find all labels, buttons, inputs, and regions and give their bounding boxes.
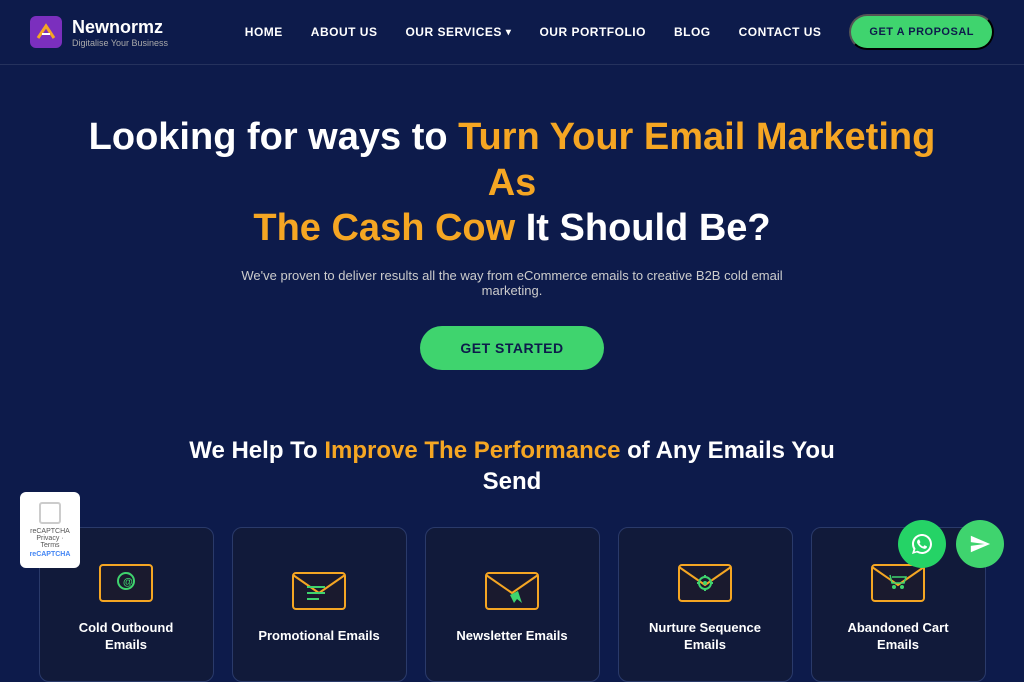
nav-services[interactable]: OUR SERVICES ▾ (405, 25, 511, 39)
card-nurture[interactable]: Nurture SequenceEmails (618, 527, 793, 682)
nav-portfolio[interactable]: OUR PORTFOLIO (539, 25, 646, 39)
card-abandoned-cart-label: Abandoned CartEmails (847, 620, 948, 654)
navbar: Newnormz Digitalise Your Business HOME A… (0, 0, 1024, 65)
card-nurture-label: Nurture SequenceEmails (649, 620, 761, 654)
captcha-sub: Privacy · Terms (34, 535, 66, 549)
card-newsletter[interactable]: Newsletter Emails (425, 527, 600, 682)
services-dropdown-arrow: ▾ (506, 27, 512, 38)
section-title-part1: We Help To (189, 437, 324, 464)
nav-links: HOME ABOUT US OUR SERVICES ▾ OUR PORTFOL… (245, 14, 994, 50)
chat-buttons (898, 520, 1004, 568)
cards-container: @ Cold OutboundEmails Promotional Emails (0, 527, 1024, 682)
hero-subtitle: We've proven to deliver results all the … (212, 268, 812, 298)
get-proposal-button[interactable]: GET A PROPOSAL (849, 14, 994, 50)
captcha-label: reCAPTCHA (30, 528, 70, 535)
card-newsletter-label: Newsletter Emails (456, 628, 567, 645)
logo-icon (30, 16, 62, 48)
card-promotional-label: Promotional Emails (258, 628, 379, 645)
get-started-button[interactable]: GET STARTED (420, 326, 603, 370)
logo-area: Newnormz Digitalise Your Business (30, 16, 168, 48)
cursor-envelope-icon (482, 564, 542, 614)
hero-section: Looking for ways to Turn Your Email Mark… (0, 65, 1024, 435)
whatsapp-button[interactable] (898, 520, 946, 568)
logo-text: Newnormz Digitalise Your Business (72, 17, 168, 48)
hero-title-part2: It Should Be? (526, 207, 771, 249)
captcha-box: reCAPTCHA Privacy · Terms reCAPTCHA (20, 492, 80, 568)
svg-text:@: @ (123, 577, 133, 588)
hero-title-part1: Looking for ways to (89, 116, 458, 158)
gear-envelope-icon (675, 556, 735, 606)
nav-blog[interactable]: BLOG (674, 25, 711, 39)
card-cold-outbound-label: Cold OutboundEmails (79, 620, 174, 654)
send-message-button[interactable] (956, 520, 1004, 568)
list-envelope-icon (289, 564, 349, 614)
hero-title: Looking for ways to Turn Your Email Mark… (80, 115, 944, 252)
nav-contact[interactable]: CONTACT US (739, 25, 822, 39)
section-title: We Help To Improve The Performance of An… (0, 435, 1024, 497)
card-promotional[interactable]: Promotional Emails (232, 527, 407, 682)
at-envelope-icon: @ (96, 556, 156, 606)
nav-home[interactable]: HOME (245, 25, 283, 39)
nav-about[interactable]: ABOUT US (311, 25, 378, 39)
captcha-checkbox[interactable] (39, 502, 61, 524)
recaptcha-logo: reCAPTCHA (30, 551, 71, 558)
logo-name: Newnormz (72, 17, 168, 38)
logo-tagline: Digitalise Your Business (72, 38, 168, 48)
section-title-highlight: Improve The Performance (324, 437, 620, 464)
